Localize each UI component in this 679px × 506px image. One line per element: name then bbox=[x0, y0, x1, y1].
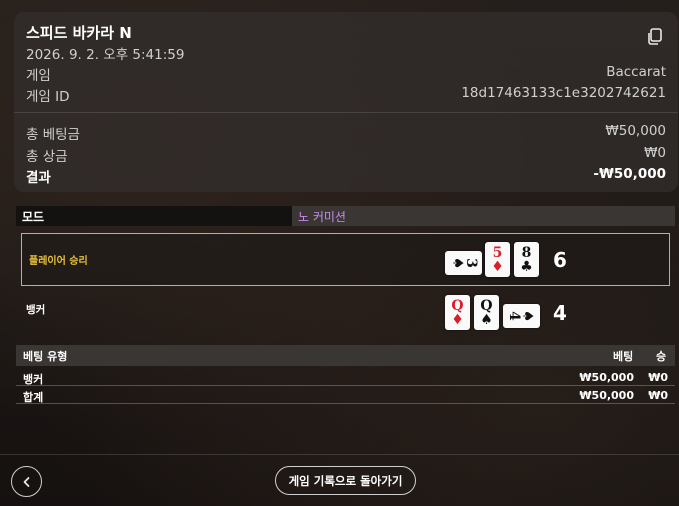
player-score: 6 bbox=[553, 248, 567, 272]
banker-card-3: 4 ♠ bbox=[503, 304, 540, 328]
chevron-left-icon bbox=[23, 476, 29, 487]
col-bet-type: 베팅 유형 bbox=[23, 350, 68, 363]
banker-card-2: Q ♠ bbox=[474, 295, 499, 330]
banker-hand-label: 뱅커 bbox=[26, 304, 46, 316]
player-card-1: ♠ 3 bbox=[445, 251, 482, 275]
col-win: 승 bbox=[656, 350, 667, 363]
back-to-history-button[interactable]: 게임 기록으로 돌아가기 bbox=[275, 466, 416, 495]
result-label: 결과 bbox=[26, 170, 51, 186]
player-card-3: 8 ♣ bbox=[514, 242, 539, 277]
col-bet: 베팅 bbox=[613, 350, 634, 363]
card-rank: 3 bbox=[462, 258, 479, 268]
bets-table-header: 베팅 유형 베팅 승 bbox=[16, 345, 675, 366]
card-rank: 8 bbox=[521, 244, 532, 261]
copy-icon[interactable] bbox=[646, 28, 662, 46]
total-win-value: ₩0 bbox=[644, 145, 666, 161]
card-suit: ♦ bbox=[451, 311, 464, 328]
mode-value: 노 커미션 bbox=[292, 206, 675, 226]
total-win-label: 총 상금 bbox=[26, 149, 68, 165]
card-rank: 5 bbox=[492, 244, 503, 261]
table-row: 뱅커 ₩50,000 ₩0 bbox=[16, 368, 675, 386]
card-suit: ♦ bbox=[491, 258, 504, 275]
card-suit: ♣ bbox=[520, 258, 533, 275]
bet-amount: ₩50,000 bbox=[579, 389, 634, 402]
card-suit: ♠ bbox=[480, 311, 493, 328]
bet-type: 합계 bbox=[23, 391, 44, 404]
round-summary-card: 스피드 바카라 N 2026. 9. 2. 오후 5:41:59 게임 Bacc… bbox=[14, 12, 678, 192]
table-row: 합계 ₩50,000 ₩0 bbox=[16, 386, 675, 404]
card-rank: Q bbox=[451, 297, 464, 314]
round-datetime: 2026. 9. 2. 오후 5:41:59 bbox=[26, 47, 185, 63]
divider bbox=[14, 112, 678, 113]
game-id-value: 18d17463133c1e3202742621 bbox=[461, 85, 666, 101]
back-button[interactable] bbox=[11, 466, 42, 497]
card-rank: Q bbox=[480, 297, 493, 314]
banker-card-1: Q ♦ bbox=[445, 295, 470, 330]
banker-score: 4 bbox=[553, 301, 567, 325]
footer-divider bbox=[0, 454, 679, 455]
game-id-label: 게임 ID bbox=[26, 89, 70, 105]
bet-type: 뱅커 bbox=[23, 373, 44, 386]
win-amount: ₩0 bbox=[648, 371, 668, 384]
mode-row: 모드 노 커미션 bbox=[16, 206, 675, 226]
total-bet-label: 총 베팅금 bbox=[26, 127, 80, 143]
card-suit: ♠ bbox=[519, 309, 536, 323]
game-value: Baccarat bbox=[606, 64, 666, 80]
player-hand-winner-box: 플레이어 승리 bbox=[21, 233, 670, 286]
player-card-2: 5 ♦ bbox=[485, 242, 510, 277]
game-title: 스피드 바카라 N bbox=[26, 24, 132, 42]
win-amount: ₩0 bbox=[648, 389, 668, 402]
result-value: -₩50,000 bbox=[593, 166, 666, 182]
game-label: 게임 bbox=[26, 68, 51, 84]
bet-amount: ₩50,000 bbox=[579, 371, 634, 384]
player-hand-label: 플레이어 승리 bbox=[29, 256, 88, 267]
total-bet-value: ₩50,000 bbox=[605, 123, 666, 139]
mode-label: 모드 bbox=[16, 206, 292, 226]
